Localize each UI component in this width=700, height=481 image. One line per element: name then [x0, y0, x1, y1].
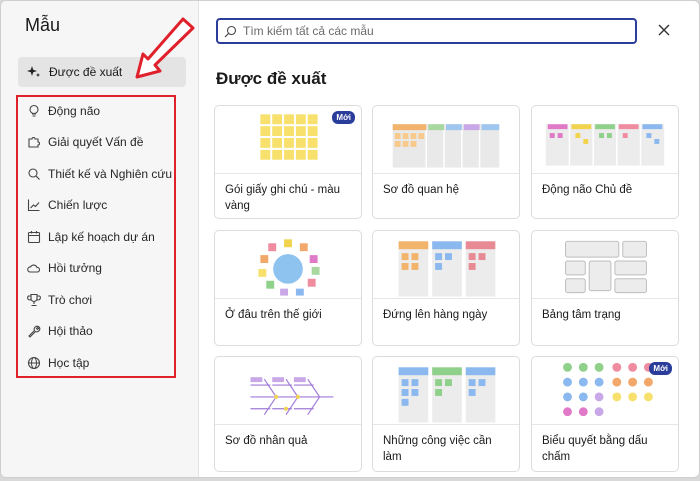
template-label: Gói giấy ghi chú - màu vàng — [225, 184, 341, 212]
close-icon[interactable] — [657, 23, 671, 37]
template-thumbnail — [392, 124, 500, 168]
template-label: Những công việc cần làm — [383, 435, 492, 463]
templates-dialog: Mẫu Được đề xuất Động não Giải quyết Vấn… — [0, 0, 700, 478]
card-divider — [532, 298, 678, 299]
card-divider — [532, 173, 678, 174]
sparkle-icon — [27, 65, 41, 79]
template-label: Biểu quyết bằng dấu chấm — [542, 435, 648, 463]
card-divider — [215, 424, 361, 425]
sidebar-item-label: Được đề xuất — [49, 65, 123, 79]
card-divider — [373, 173, 519, 174]
template-label: Bảng tâm trạng — [542, 309, 621, 321]
search-icon — [224, 25, 237, 38]
template-card-daily-standup[interactable]: Đứng lên hàng ngày — [372, 230, 520, 346]
card-divider — [373, 298, 519, 299]
template-thumbnail — [398, 241, 496, 297]
card-divider — [215, 298, 361, 299]
new-badge: Mới — [332, 111, 355, 124]
section-title: Được đề xuất — [216, 69, 327, 88]
template-label: Ở đâu trên thế giới — [225, 309, 322, 321]
template-thumbnail — [545, 124, 665, 166]
template-card-yellow-notes[interactable]: Mới Gói giấy ghi chú - màu vàng — [214, 105, 362, 219]
template-card-topic-brainstorm[interactable]: Động não Chủ đề — [531, 105, 679, 219]
annotation-highlight-box — [16, 95, 176, 378]
template-label: Đứng lên hàng ngày — [383, 309, 488, 321]
search-input[interactable] — [243, 24, 623, 38]
search-box[interactable] — [216, 18, 637, 44]
template-thumbnail — [565, 240, 647, 294]
card-divider — [215, 173, 361, 174]
template-card-affinity-diagram[interactable]: Sơ đồ quan hệ — [372, 105, 520, 219]
template-label: Sơ đồ quan hệ — [383, 184, 459, 196]
new-badge: Mới — [649, 362, 672, 375]
template-thumbnail — [398, 367, 496, 423]
template-card-where-in-world[interactable]: Ở đâu trên thế giới — [214, 230, 362, 346]
template-card-mood-board[interactable]: Bảng tâm trạng — [531, 230, 679, 346]
template-card-todo[interactable]: Những công việc cần làm — [372, 356, 520, 472]
template-thumbnail — [258, 239, 320, 296]
template-label: Sơ đồ nhân quả — [225, 435, 308, 447]
template-card-dot-voting[interactable]: Mới Biểu quyết bằng dấu chấm — [531, 356, 679, 472]
annotation-arrow-icon — [135, 17, 195, 79]
template-thumbnail — [250, 377, 334, 415]
template-label: Động não Chủ đề — [542, 184, 633, 196]
template-card-fishbone[interactable]: Sơ đồ nhân quả — [214, 356, 362, 472]
card-divider — [373, 424, 519, 425]
card-divider — [532, 424, 678, 425]
sidebar-title: Mẫu — [25, 15, 61, 35]
